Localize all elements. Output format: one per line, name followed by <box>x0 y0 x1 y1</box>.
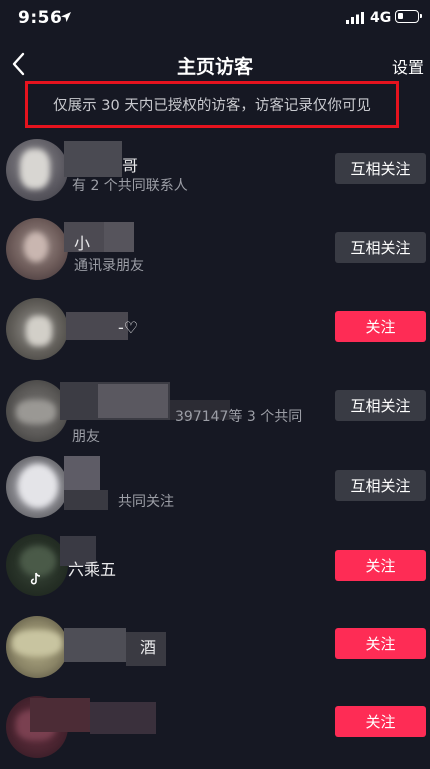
mutual-follow-button[interactable]: 互相关注 <box>335 470 426 501</box>
list-item[interactable]: 酒 关注 <box>0 612 430 691</box>
visitor-subtitle: 397147等 3 个共同 <box>175 409 303 425</box>
visitor-notice: 仅展示 30 天内已授权的访客，访客记录仅你可见 <box>25 81 399 128</box>
avatar[interactable] <box>6 456 68 518</box>
blurred-name <box>30 698 90 732</box>
status-bar: 9:56 4G <box>0 0 430 38</box>
visitor-subtitle: 共同关注 <box>118 494 174 510</box>
list-item[interactable]: 六乘五 关注 <box>0 534 430 613</box>
avatar[interactable] <box>6 380 68 442</box>
avatar[interactable] <box>6 139 68 201</box>
follow-button[interactable]: 关注 <box>335 550 426 581</box>
avatar[interactable] <box>6 218 68 280</box>
visitor-name: 哥 <box>122 156 139 175</box>
list-item[interactable]: 397147等 3 个共同 朋友 互相关注 <box>0 380 430 459</box>
mutual-follow-button[interactable]: 互相关注 <box>335 232 426 263</box>
avatar[interactable] <box>6 616 68 678</box>
blurred-name <box>90 702 156 734</box>
follow-button[interactable]: 关注 <box>335 628 426 659</box>
list-item[interactable]: -♡ 关注 <box>0 298 430 377</box>
avatar[interactable] <box>6 298 68 360</box>
mutual-follow-button[interactable]: 互相关注 <box>335 153 426 184</box>
list-item[interactable]: 共同关注 互相关注 <box>0 456 430 535</box>
list-item[interactable]: 小 通讯录朋友 互相关注 <box>0 218 430 297</box>
blurred-name <box>98 384 168 418</box>
battery-icon <box>395 10 422 23</box>
network-type: 4G <box>370 10 392 26</box>
location-arrow-icon <box>61 12 71 22</box>
visitor-name: -♡ <box>118 318 139 337</box>
signal-icon <box>346 12 364 24</box>
follow-button[interactable]: 关注 <box>335 706 426 737</box>
list-item[interactable]: 关注 <box>0 690 430 769</box>
tiktok-icon <box>30 572 41 585</box>
visitor-subtitle: 通讯录朋友 <box>74 258 144 274</box>
blurred-name <box>64 456 100 490</box>
blurred-name <box>104 222 134 252</box>
visitor-name: 小 <box>74 234 91 253</box>
blurred-name <box>64 490 108 510</box>
status-time: 9:56 <box>18 8 63 28</box>
mutual-follow-button[interactable]: 互相关注 <box>335 390 426 421</box>
page-title: 主页访客 <box>176 56 253 78</box>
blurred-name <box>64 628 126 662</box>
visitor-name: 酒 <box>140 638 157 657</box>
settings-button[interactable]: 设置 <box>392 54 424 78</box>
blurred-name <box>64 141 122 177</box>
visitor-subtitle: 有 2 个共同联系人 <box>72 178 188 194</box>
follow-button[interactable]: 关注 <box>335 311 426 342</box>
visitor-subtitle-line2: 朋友 <box>72 429 100 445</box>
list-item[interactable]: 哥 有 2 个共同联系人 互相关注 <box>0 139 430 218</box>
avatar[interactable] <box>6 534 68 596</box>
nav-bar: 主页访客 设置 <box>0 44 430 84</box>
visitor-name: 六乘五 <box>68 560 117 579</box>
notice-text: 仅展示 30 天内已授权的访客，访客记录仅你可见 <box>53 98 371 114</box>
